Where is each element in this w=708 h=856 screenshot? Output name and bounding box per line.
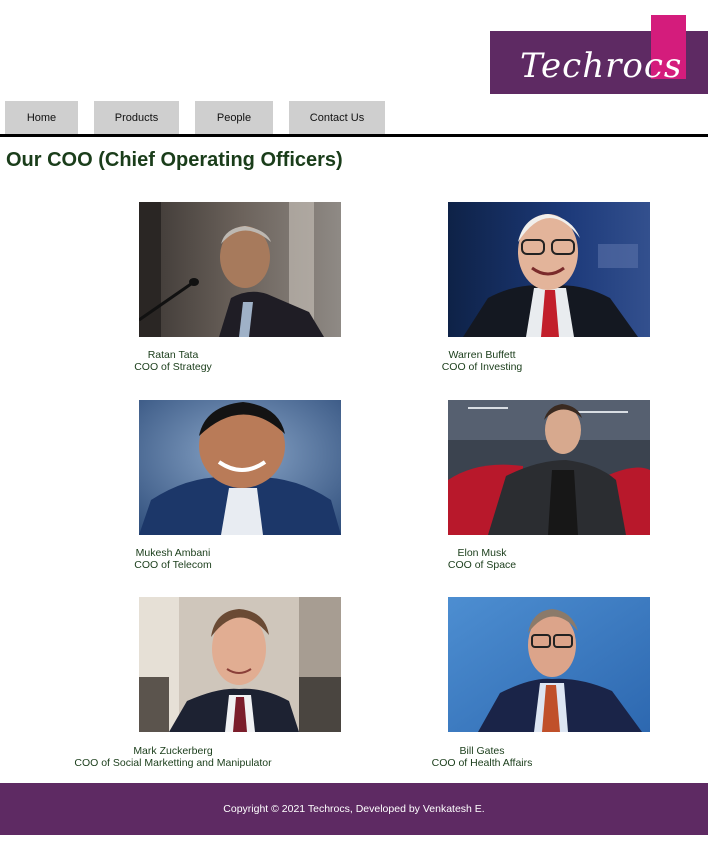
person-caption-warren-buffett: Warren Buffett COO of Investing (352, 349, 612, 373)
site-footer: Copyright © 2021 Techrocs, Developed by … (0, 783, 708, 835)
person-name: Mukesh Ambani (135, 547, 211, 559)
person-caption-elon-musk: Elon Musk COO of Space (352, 547, 612, 571)
nav-contact-us[interactable]: Contact Us (289, 101, 385, 134)
nav-home[interactable]: Home (5, 101, 78, 134)
main-nav: Home Products People Contact Us (0, 101, 708, 135)
person-name: Elon Musk (457, 547, 507, 559)
nav-products[interactable]: Products (94, 101, 179, 134)
person-caption-bill-gates: Bill Gates COO of Health Affairs (352, 745, 612, 769)
footer-copyright: Copyright © 2021 Techrocs, Developed by … (223, 803, 485, 815)
person-caption-mark-zuckerberg: Mark Zuckerberg COO of Social Marketting… (43, 745, 303, 769)
person-caption-mukesh-ambani: Mukesh Ambani COO of Telecom (43, 547, 303, 571)
person-photo-mukesh-ambani (139, 400, 341, 535)
person-name: Mark Zuckerberg (133, 745, 213, 757)
person-role: COO of Health Affairs (431, 757, 533, 769)
nav-people[interactable]: People (195, 101, 273, 134)
person-role: COO of Strategy (134, 361, 212, 373)
person-photo-mark-zuckerberg (139, 597, 341, 732)
person-photo-warren-buffett (448, 202, 650, 337)
person-role: COO of Telecom (134, 559, 212, 571)
nav-divider (0, 134, 708, 137)
person-caption-ratan-tata: Ratan Tata COO of Strategy (43, 349, 303, 373)
person-role: COO of Social Marketting and Manipulator (74, 757, 272, 769)
person-photo-bill-gates (448, 597, 650, 732)
person-photo-elon-musk (448, 400, 650, 535)
person-role: COO of Investing (441, 361, 523, 373)
person-name: Warren Buffett (448, 349, 516, 361)
person-role: COO of Space (447, 559, 517, 571)
person-name: Bill Gates (459, 745, 505, 757)
person-photo-ratan-tata (139, 202, 341, 337)
person-name: Ratan Tata (147, 349, 199, 361)
page-title: Our COO (Chief Operating Officers) (6, 149, 343, 171)
logo-wordmark: Techrocs (520, 46, 683, 86)
